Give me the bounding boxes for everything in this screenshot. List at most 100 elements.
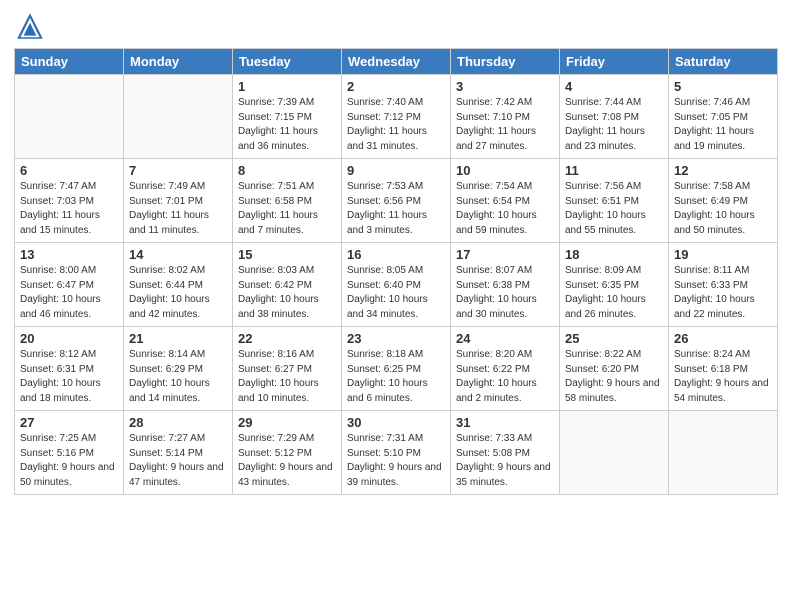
day-number: 31 xyxy=(456,415,554,430)
week-row-4: 20Sunrise: 8:12 AM Sunset: 6:31 PM Dayli… xyxy=(15,327,778,411)
calendar-table: SundayMondayTuesdayWednesdayThursdayFrid… xyxy=(14,48,778,495)
day-number: 25 xyxy=(565,331,663,346)
day-number: 14 xyxy=(129,247,227,262)
day-info: Sunrise: 7:44 AM Sunset: 7:08 PM Dayligh… xyxy=(565,96,663,154)
day-info: Sunrise: 7:40 AM Sunset: 7:12 PM Dayligh… xyxy=(347,96,445,154)
day-cell: 20Sunrise: 8:12 AM Sunset: 6:31 PM Dayli… xyxy=(15,327,124,411)
day-info: Sunrise: 8:20 AM Sunset: 6:22 PM Dayligh… xyxy=(456,348,554,406)
day-cell: 15 Sunrise: 8:03 AM Sunset: 6:42 PM Dayli… xyxy=(233,243,342,327)
day-number: 13 xyxy=(20,247,118,262)
day-number: 6 xyxy=(20,163,118,178)
day-cell xyxy=(124,75,233,159)
day-cell: 28 Sunrise: 7:27 AM Sunset: 5:14 PM Dayli… xyxy=(124,411,233,495)
week-row-1: 1 Sunrise: 7:39 AM Sunset: 7:15 PM Daylig… xyxy=(15,75,778,159)
day-number: 24 xyxy=(456,331,554,346)
day-info: Sunrise: 8:16 AM Sunset: 6:27 PM Dayligh… xyxy=(238,348,336,406)
day-number: 26 xyxy=(674,331,772,346)
day-number: 17 xyxy=(456,247,554,262)
day-number: 10 xyxy=(456,163,554,178)
col-header-monday: Monday xyxy=(124,49,233,75)
day-number: 27 xyxy=(20,415,118,430)
day-cell xyxy=(560,411,669,495)
logo xyxy=(14,10,50,42)
day-cell: 25 Sunrise: 8:22 AM Sunset: 6:20 PM Dayli… xyxy=(560,327,669,411)
day-cell: 16 Sunrise: 8:05 AM Sunset: 6:40 PM Dayli… xyxy=(342,243,451,327)
day-number: 16 xyxy=(347,247,445,262)
day-info: Sunrise: 8:05 AM Sunset: 6:40 PM Dayligh… xyxy=(347,264,445,322)
day-cell: 14 Sunrise: 8:02 AM Sunset: 6:44 PM Dayli… xyxy=(124,243,233,327)
day-info: Sunrise: 7:54 AM Sunset: 6:54 PM Dayligh… xyxy=(456,180,554,238)
day-info: Sunrise: 7:27 AM Sunset: 5:14 PM Dayligh… xyxy=(129,432,227,490)
day-number: 7 xyxy=(129,163,227,178)
day-info: Sunrise: 8:22 AM Sunset: 6:20 PM Dayligh… xyxy=(565,348,663,406)
day-cell xyxy=(669,411,778,495)
day-number: 18 xyxy=(565,247,663,262)
day-info: Sunrise: 8:00 AM Sunset: 6:47 PM Dayligh… xyxy=(20,264,118,322)
day-cell: 29 Sunrise: 7:29 AM Sunset: 5:12 PM Dayli… xyxy=(233,411,342,495)
day-info: Sunrise: 7:56 AM Sunset: 6:51 PM Dayligh… xyxy=(565,180,663,238)
col-header-saturday: Saturday xyxy=(669,49,778,75)
day-cell: 30 Sunrise: 7:31 AM Sunset: 5:10 PM Dayli… xyxy=(342,411,451,495)
col-header-friday: Friday xyxy=(560,49,669,75)
day-number: 23 xyxy=(347,331,445,346)
col-header-thursday: Thursday xyxy=(451,49,560,75)
day-info: Sunrise: 7:33 AM Sunset: 5:08 PM Dayligh… xyxy=(456,432,554,490)
day-number: 11 xyxy=(565,163,663,178)
day-cell: 10 Sunrise: 7:54 AM Sunset: 6:54 PM Dayli… xyxy=(451,159,560,243)
day-cell: 4 Sunrise: 7:44 AM Sunset: 7:08 PM Daylig… xyxy=(560,75,669,159)
day-cell: 7 Sunrise: 7:49 AM Sunset: 7:01 PM Daylig… xyxy=(124,159,233,243)
logo-icon xyxy=(14,10,46,42)
week-row-3: 13 Sunrise: 8:00 AM Sunset: 6:47 PM Dayli… xyxy=(15,243,778,327)
day-cell: 24 Sunrise: 8:20 AM Sunset: 6:22 PM Dayli… xyxy=(451,327,560,411)
day-info: Sunrise: 7:25 AM Sunset: 5:16 PM Dayligh… xyxy=(20,432,118,490)
day-number: 28 xyxy=(129,415,227,430)
day-number: 5 xyxy=(674,79,772,94)
day-info: Sunrise: 7:46 AM Sunset: 7:05 PM Dayligh… xyxy=(674,96,772,154)
day-cell: 2Sunrise: 7:40 AM Sunset: 7:12 PM Daylig… xyxy=(342,75,451,159)
day-cell: 21 Sunrise: 8:14 AM Sunset: 6:29 PM Dayli… xyxy=(124,327,233,411)
day-number: 4 xyxy=(565,79,663,94)
day-info: Sunrise: 8:24 AM Sunset: 6:18 PM Dayligh… xyxy=(674,348,772,406)
day-info: Sunrise: 8:14 AM Sunset: 6:29 PM Dayligh… xyxy=(129,348,227,406)
day-info: Sunrise: 8:09 AM Sunset: 6:35 PM Dayligh… xyxy=(565,264,663,322)
day-number: 15 xyxy=(238,247,336,262)
day-cell: 17 Sunrise: 8:07 AM Sunset: 6:38 PM Dayli… xyxy=(451,243,560,327)
day-cell: 26 Sunrise: 8:24 AM Sunset: 6:18 PM Dayli… xyxy=(669,327,778,411)
day-cell: 31 Sunrise: 7:33 AM Sunset: 5:08 PM Dayli… xyxy=(451,411,560,495)
col-header-sunday: Sunday xyxy=(15,49,124,75)
day-info: Sunrise: 7:53 AM Sunset: 6:56 PM Dayligh… xyxy=(347,180,445,238)
header xyxy=(14,10,778,42)
day-info: Sunrise: 7:31 AM Sunset: 5:10 PM Dayligh… xyxy=(347,432,445,490)
day-number: 8 xyxy=(238,163,336,178)
day-info: Sunrise: 7:39 AM Sunset: 7:15 PM Dayligh… xyxy=(238,96,336,154)
day-info: Sunrise: 8:12 AM Sunset: 6:31 PM Dayligh… xyxy=(20,348,118,406)
day-info: Sunrise: 8:02 AM Sunset: 6:44 PM Dayligh… xyxy=(129,264,227,322)
day-number: 3 xyxy=(456,79,554,94)
day-info: Sunrise: 8:07 AM Sunset: 6:38 PM Dayligh… xyxy=(456,264,554,322)
day-info: Sunrise: 7:42 AM Sunset: 7:10 PM Dayligh… xyxy=(456,96,554,154)
day-cell: 27 Sunrise: 7:25 AM Sunset: 5:16 PM Dayli… xyxy=(15,411,124,495)
week-row-5: 27 Sunrise: 7:25 AM Sunset: 5:16 PM Dayli… xyxy=(15,411,778,495)
day-number: 30 xyxy=(347,415,445,430)
day-cell: 23 Sunrise: 8:18 AM Sunset: 6:25 PM Dayli… xyxy=(342,327,451,411)
day-cell: 9 Sunrise: 7:53 AM Sunset: 6:56 PM Daylig… xyxy=(342,159,451,243)
page: SundayMondayTuesdayWednesdayThursdayFrid… xyxy=(0,0,792,612)
day-info: Sunrise: 7:49 AM Sunset: 7:01 PM Dayligh… xyxy=(129,180,227,238)
day-number: 21 xyxy=(129,331,227,346)
day-info: Sunrise: 8:03 AM Sunset: 6:42 PM Dayligh… xyxy=(238,264,336,322)
day-info: Sunrise: 7:58 AM Sunset: 6:49 PM Dayligh… xyxy=(674,180,772,238)
header-row: SundayMondayTuesdayWednesdayThursdayFrid… xyxy=(15,49,778,75)
day-number: 29 xyxy=(238,415,336,430)
day-cell: 19 Sunrise: 8:11 AM Sunset: 6:33 PM Dayli… xyxy=(669,243,778,327)
day-info: Sunrise: 8:18 AM Sunset: 6:25 PM Dayligh… xyxy=(347,348,445,406)
day-cell: 5 Sunrise: 7:46 AM Sunset: 7:05 PM Daylig… xyxy=(669,75,778,159)
day-cell: 18 Sunrise: 8:09 AM Sunset: 6:35 PM Dayli… xyxy=(560,243,669,327)
day-info: Sunrise: 8:11 AM Sunset: 6:33 PM Dayligh… xyxy=(674,264,772,322)
col-header-tuesday: Tuesday xyxy=(233,49,342,75)
day-number: 19 xyxy=(674,247,772,262)
day-number: 1 xyxy=(238,79,336,94)
day-cell: 8Sunrise: 7:51 AM Sunset: 6:58 PM Daylig… xyxy=(233,159,342,243)
day-number: 9 xyxy=(347,163,445,178)
day-info: Sunrise: 7:29 AM Sunset: 5:12 PM Dayligh… xyxy=(238,432,336,490)
day-cell: 1 Sunrise: 7:39 AM Sunset: 7:15 PM Daylig… xyxy=(233,75,342,159)
